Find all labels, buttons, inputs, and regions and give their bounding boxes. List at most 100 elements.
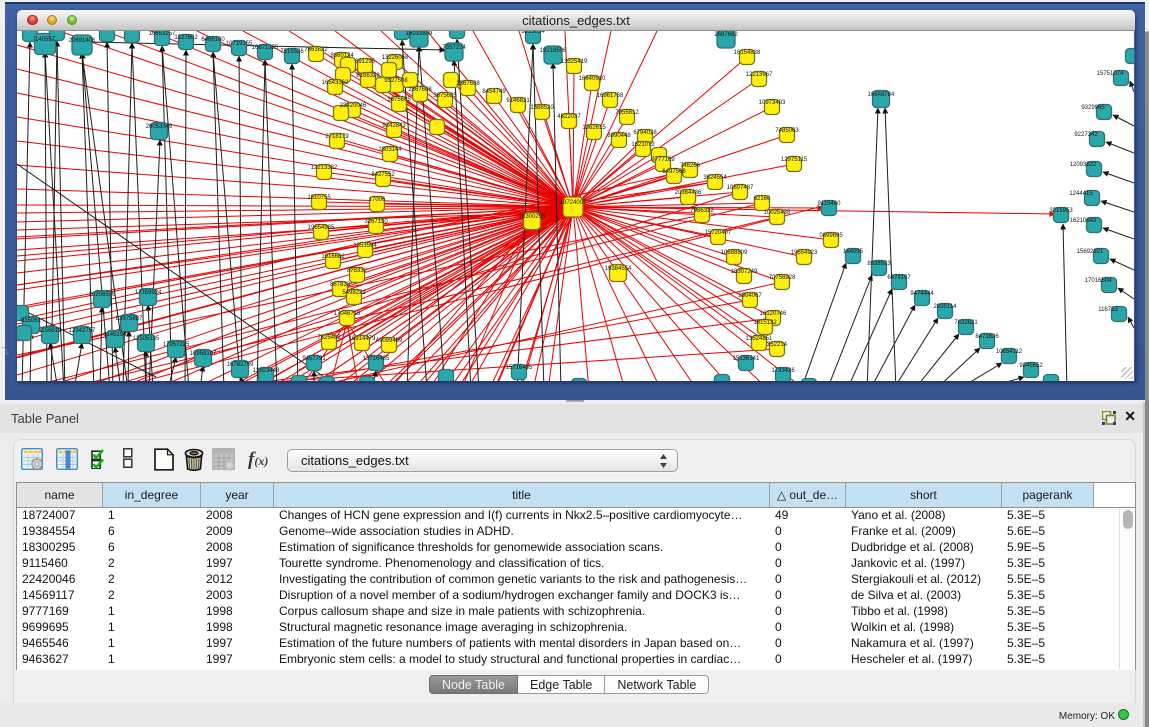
svg-text:252214: 252214 <box>767 342 788 348</box>
svg-text:9329965: 9329965 <box>1081 105 1105 111</box>
svg-text:16543362: 16543362 <box>322 80 349 86</box>
svg-text:10719155: 10719155 <box>226 41 253 47</box>
svg-text:15136141: 15136141 <box>733 356 760 362</box>
svg-text:7485063: 7485063 <box>775 128 799 134</box>
svg-text:1145194: 1145194 <box>104 332 128 338</box>
svg-text:3624554: 3624554 <box>703 175 727 181</box>
svg-text:9227342: 9227342 <box>1074 132 1098 138</box>
svg-text:17006: 17006 <box>369 197 386 203</box>
svg-text:16210643: 16210643 <box>1070 218 1097 224</box>
svg-text:6466160: 6466160 <box>201 37 225 43</box>
svg-text:9115460: 9115460 <box>818 201 842 207</box>
svg-text:0899695: 0899695 <box>819 233 843 239</box>
svg-text:8938923: 8938923 <box>867 261 891 267</box>
svg-text:1916682: 1916682 <box>321 254 345 260</box>
svg-text:1733426: 1733426 <box>771 368 795 374</box>
svg-text:18300295: 18300295 <box>519 214 546 220</box>
svg-text:6479197: 6479197 <box>887 275 911 281</box>
svg-text:19218506: 19218506 <box>540 48 567 54</box>
svg-text:116753: 116753 <box>1098 307 1118 313</box>
svg-text:18307249: 18307249 <box>731 269 758 275</box>
svg-text:8186328: 8186328 <box>356 73 380 79</box>
svg-text:6497568: 6497568 <box>662 169 686 175</box>
svg-text:17016504: 17016504 <box>1085 278 1112 284</box>
svg-text:9474444: 9474444 <box>910 291 934 297</box>
svg-text:8427552: 8427552 <box>371 172 395 178</box>
svg-text:891295: 891295 <box>355 59 376 65</box>
svg-text:164095: 164095 <box>843 249 864 255</box>
svg-text:835061: 835061 <box>21 318 42 324</box>
svg-text:3675685: 3675685 <box>433 93 457 99</box>
svg-text:16671355: 16671355 <box>252 45 279 51</box>
svg-text:10807487: 10807487 <box>727 185 754 191</box>
svg-text:70756928: 70756928 <box>769 275 796 281</box>
svg-text:7955812: 7955812 <box>615 110 639 116</box>
svg-text:9242843: 9242843 <box>382 123 406 129</box>
svg-text:1353594: 1353594 <box>353 243 377 249</box>
svg-text:13325419: 13325419 <box>561 59 588 65</box>
svg-text:19384554: 19384554 <box>605 266 632 272</box>
svg-text:1156819: 1156819 <box>39 328 63 334</box>
svg-text:8813054: 8813054 <box>521 31 545 35</box>
svg-text:16961758: 16961758 <box>597 93 624 99</box>
svg-text:1362615: 1362615 <box>582 125 606 131</box>
svg-text:3267130: 3267130 <box>364 219 388 225</box>
svg-text:7632621: 7632621 <box>954 320 978 326</box>
svg-text:8454749: 8454749 <box>482 89 506 95</box>
svg-text:62160: 62160 <box>754 196 771 202</box>
svg-text:49099489: 49099489 <box>376 338 403 344</box>
svg-text:12975115: 12975115 <box>781 157 808 163</box>
svg-text:12342757: 12342757 <box>69 328 96 334</box>
svg-text:12505135: 12505135 <box>133 336 160 342</box>
svg-text:2935114: 2935114 <box>934 304 958 310</box>
svg-text:10653257: 10653257 <box>149 31 176 37</box>
svg-text:12213382: 12213382 <box>311 165 338 171</box>
svg-text:15751074: 15751074 <box>1097 71 1124 77</box>
svg-text:17046718: 17046718 <box>334 311 361 317</box>
svg-text:7986322: 7986322 <box>690 208 714 214</box>
svg-text:12213967: 12213967 <box>746 72 773 78</box>
svg-text:1621072: 1621072 <box>631 142 655 148</box>
svg-text:16154838: 16154838 <box>734 50 761 56</box>
svg-text:15692921: 15692921 <box>1077 249 1104 255</box>
svg-text:16648784: 16648784 <box>868 92 895 98</box>
svg-text:1588520: 1588520 <box>530 105 554 111</box>
svg-text:12923448: 12923448 <box>253 368 280 374</box>
svg-text:16914479: 16914479 <box>349 336 376 342</box>
svg-text:16120746: 16120746 <box>760 311 787 317</box>
svg-text:13226058: 13226058 <box>382 55 409 61</box>
svg-text:2687682: 2687682 <box>714 32 738 38</box>
svg-text:15716485: 15716485 <box>506 365 533 371</box>
svg-text:20206576: 20206576 <box>89 292 116 298</box>
svg-text:20364436: 20364436 <box>675 190 702 196</box>
svg-text:19654923: 19654923 <box>791 250 818 256</box>
svg-text:10654112: 10654112 <box>996 349 1023 355</box>
svg-text:19654985: 19654985 <box>308 225 335 231</box>
svg-text:878332: 878332 <box>347 268 368 274</box>
svg-text:4822037: 4822037 <box>557 114 581 120</box>
svg-text:7625402: 7625402 <box>317 335 341 341</box>
svg-text:3215953: 3215953 <box>1049 208 1073 214</box>
svg-text:8990448: 8990448 <box>607 133 631 139</box>
svg-text:20691406: 20691406 <box>69 38 96 44</box>
svg-text:18724007: 18724007 <box>560 200 587 206</box>
svg-text:2367608: 2367608 <box>456 81 480 87</box>
svg-text:17957225: 17957225 <box>163 342 190 348</box>
svg-text:2984067: 2984067 <box>738 293 762 299</box>
svg-text:26053346: 26053346 <box>146 124 173 130</box>
svg-text:7515526: 7515526 <box>280 49 304 55</box>
svg-text:5498222: 5498222 <box>342 290 366 296</box>
svg-text:10973493: 10973493 <box>759 100 786 106</box>
svg-text:9245652: 9245652 <box>1019 363 1043 369</box>
svg-text:3675685: 3675685 <box>387 97 411 103</box>
svg-text:9457791: 9457791 <box>302 356 326 362</box>
svg-text:7663822: 7663822 <box>304 47 328 53</box>
svg-text:2367608: 2367608 <box>408 87 432 93</box>
svg-text:10688609: 10688609 <box>721 250 748 256</box>
svg-text:12093822: 12093822 <box>1070 162 1097 168</box>
svg-text:6794028: 6794028 <box>633 130 657 136</box>
svg-text:15720407: 15720407 <box>705 230 732 236</box>
svg-text:10025438: 10025438 <box>764 210 791 216</box>
svg-text:1244415: 1244415 <box>1069 191 1093 197</box>
svg-text:1610755: 1610755 <box>307 195 331 201</box>
